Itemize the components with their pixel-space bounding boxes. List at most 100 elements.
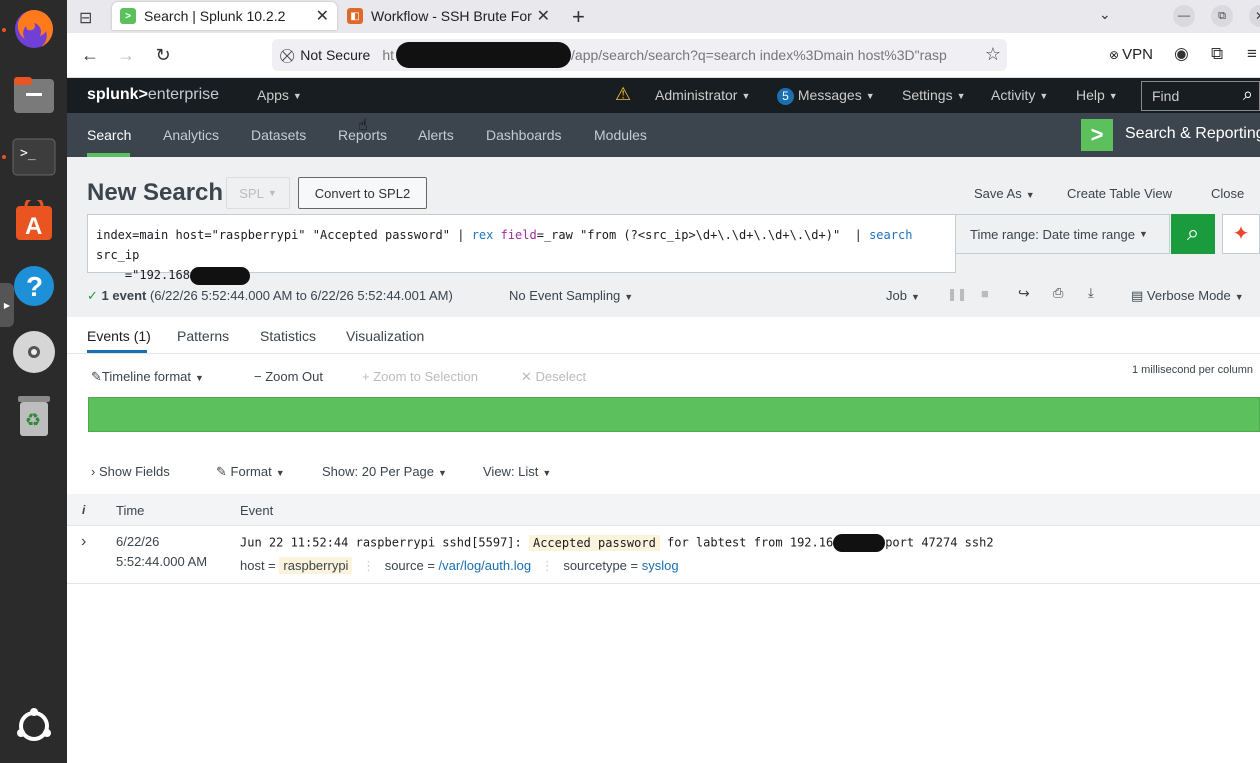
account-icon[interactable]: ◉ <box>1174 44 1189 64</box>
user-menu[interactable]: Administrator ▼ <box>655 87 750 103</box>
trash-icon[interactable]: ♻ <box>11 393 57 439</box>
pause-icon[interactable]: ❚❚ <box>947 287 967 301</box>
tab-visualization[interactable]: Visualization <box>346 328 424 344</box>
list-tabs-chevron-down-icon[interactable]: ⌄ <box>1099 6 1111 23</box>
app-center-icon[interactable]: A <box>11 198 57 244</box>
tab-workflow[interactable]: ◧ Workflow - SSH Brute For ✕ <box>339 2 564 30</box>
find-placeholder: Find <box>1152 88 1180 104</box>
timeline-format-dropdown[interactable]: ✎Timeline format ▼ <box>91 369 204 385</box>
minimize-icon[interactable]: — <box>1173 5 1195 27</box>
not-secure-shield-icon[interactable]: ⛒ <box>280 47 294 64</box>
time-range-picker[interactable]: Time range: Date time range ▼ <box>956 214 1170 254</box>
app-nav-search[interactable]: Search <box>87 127 131 143</box>
bookmark-star-icon[interactable]: ☆ <box>985 44 1001 65</box>
apps-menu[interactable]: Apps ▼ <box>257 87 302 103</box>
close-tab-icon[interactable]: ✕ <box>537 6 550 26</box>
per-page-dropdown[interactable]: Show: 20 Per Page ▼ <box>322 464 447 479</box>
convert-to-spl2-button[interactable]: Convert to SPL2 <box>298 177 427 209</box>
restore-icon[interactable]: ⧉ <box>1211 5 1233 27</box>
ai-assistant-sparkle-icon[interactable]: ✦ <box>1222 214 1260 254</box>
show-fields-toggle[interactable]: › Show Fields <box>91 464 170 479</box>
running-indicator <box>2 28 6 32</box>
timeline-panel: ✎Timeline format ▼ − Zoom Out + Zoom to S… <box>67 354 1260 494</box>
vpn-label: VPN <box>1122 46 1153 63</box>
svg-text:♻: ♻ <box>25 410 41 431</box>
find-input[interactable]: Find ⌕ <box>1141 81 1260 111</box>
forward-arrow-icon[interactable]: → <box>114 43 138 67</box>
timeline-bar[interactable] <box>88 397 1260 432</box>
user-label: Administrator <box>655 87 738 103</box>
print-icon[interactable]: ⎙ <box>1053 285 1063 301</box>
app-nav-dashboards[interactable]: Dashboards <box>486 127 562 143</box>
create-table-view-button[interactable]: Create Table View <box>1067 186 1172 201</box>
event-raw-text[interactable]: Jun 22 11:52:44 raspberrypi sshd[5597]: … <box>240 534 994 552</box>
menu-icon[interactable]: ≡ <box>1247 44 1257 64</box>
find-search-icon[interactable]: ⌕ <box>1243 84 1253 105</box>
svg-text:?: ? <box>26 271 43 302</box>
vpn-button[interactable]: ⊗ VPN <box>1109 46 1153 63</box>
activity-menu[interactable]: Activity ▼ <box>991 87 1048 103</box>
expand-row-chevron-right-icon[interactable]: › <box>81 533 86 551</box>
terminal-icon[interactable]: >_ <box>11 134 57 180</box>
mouse-cursor-icon: ☝ <box>358 117 368 134</box>
source-field-value[interactable]: /var/log/auth.log <box>439 558 532 573</box>
show-apps-icon[interactable] <box>11 703 57 749</box>
search-reporting-app-icon: > <box>1081 119 1113 151</box>
export-icon[interactable]: ⤓ <box>1088 285 1094 301</box>
files-icon[interactable] <box>11 72 57 118</box>
browser-nav-bar: ← → ↻ ⛒ Not Secure ht /app/search/search… <box>67 33 1260 78</box>
share-icon[interactable]: ↪ <box>1018 285 1030 302</box>
tab-overview-icon[interactable]: ⊟ <box>79 8 92 28</box>
search-submit-button[interactable]: ⌕ <box>1171 214 1215 254</box>
format-dropdown[interactable]: ✎ Format ▼ <box>216 464 285 480</box>
app-nav-datasets[interactable]: Datasets <box>251 127 306 143</box>
extensions-icon[interactable]: ⧉ <box>1211 44 1223 64</box>
close-tab-icon[interactable]: ✕ <box>316 6 329 26</box>
zoom-out-button[interactable]: − Zoom Out <box>254 369 323 384</box>
tab-patterns[interactable]: Patterns <box>177 328 229 344</box>
url-bar[interactable]: ⛒ Not Secure ht /app/search/search?q=sea… <box>272 39 1007 71</box>
time-column-header[interactable]: Time <box>116 503 144 518</box>
settings-menu[interactable]: Settings ▼ <box>902 87 966 103</box>
query-command-rex: rex <box>471 228 494 242</box>
event-sampling-dropdown[interactable]: No Event Sampling ▼ <box>509 288 633 303</box>
query-text: =_raw "from (?<src_ip>\d+\.\d+\.\d+\.\d+… <box>536 228 870 242</box>
optical-disc-icon[interactable] <box>11 329 57 375</box>
save-as-menu[interactable]: Save As ▼ <box>974 186 1035 201</box>
back-arrow-icon[interactable]: ← <box>78 43 102 67</box>
tab-splunk-search[interactable]: > Search | Splunk 10.2.2 ✕ <box>112 2 337 30</box>
splunk-logo[interactable]: splunk>enterprise <box>87 86 219 104</box>
app-nav-analytics[interactable]: Analytics <box>163 127 219 143</box>
new-tab-icon[interactable]: + <box>572 4 585 30</box>
search-icon: ⌕ <box>1186 220 1200 245</box>
messages-menu[interactable]: 5 Messages ▼ <box>777 87 875 105</box>
event-highlight: Accepted password <box>528 534 660 551</box>
warning-icon[interactable]: ⚠ <box>615 84 631 105</box>
deselect-button[interactable]: ✕ Deselect <box>521 369 586 385</box>
sampling-label: No Event Sampling <box>509 288 621 303</box>
show-fields-label: Show Fields <box>98 464 170 479</box>
spl-query-editor[interactable]: index=main host="raspberrypi" "Accepted … <box>87 214 956 285</box>
stop-icon[interactable]: ■ <box>981 286 989 301</box>
host-field-value[interactable]: raspberrypi <box>279 557 353 574</box>
help-menu[interactable]: Help ▼ <box>1076 87 1118 103</box>
tab-statistics[interactable]: Statistics <box>260 328 316 344</box>
event-date: 6/22/26 <box>116 534 160 549</box>
zoom-to-selection-button[interactable]: + Zoom to Selection <box>362 369 478 384</box>
reload-icon[interactable]: ↻ <box>151 43 175 67</box>
spl-dropdown[interactable]: SPL ▼ <box>226 177 290 209</box>
sourcetype-field-value[interactable]: syslog <box>642 558 679 573</box>
help-icon[interactable]: ? <box>11 263 57 309</box>
search-mode-dropdown[interactable]: ▤ Verbose Mode ▼ <box>1131 288 1244 304</box>
job-menu[interactable]: Job ▼ <box>886 288 920 303</box>
app-nav-modules[interactable]: Modules <box>594 127 647 143</box>
dock-expand-handle[interactable]: ▶ <box>0 283 14 327</box>
app-nav-alerts[interactable]: Alerts <box>418 127 454 143</box>
minus-icon: − <box>254 369 262 384</box>
close-window-icon[interactable]: ✕ <box>1249 5 1260 27</box>
firefox-icon[interactable] <box>11 6 57 52</box>
close-button[interactable]: Close <box>1211 186 1244 201</box>
view-dropdown[interactable]: View: List ▼ <box>483 464 551 479</box>
tab-events[interactable]: Events (1) <box>87 328 151 344</box>
table-header: i Time Event <box>67 494 1260 526</box>
